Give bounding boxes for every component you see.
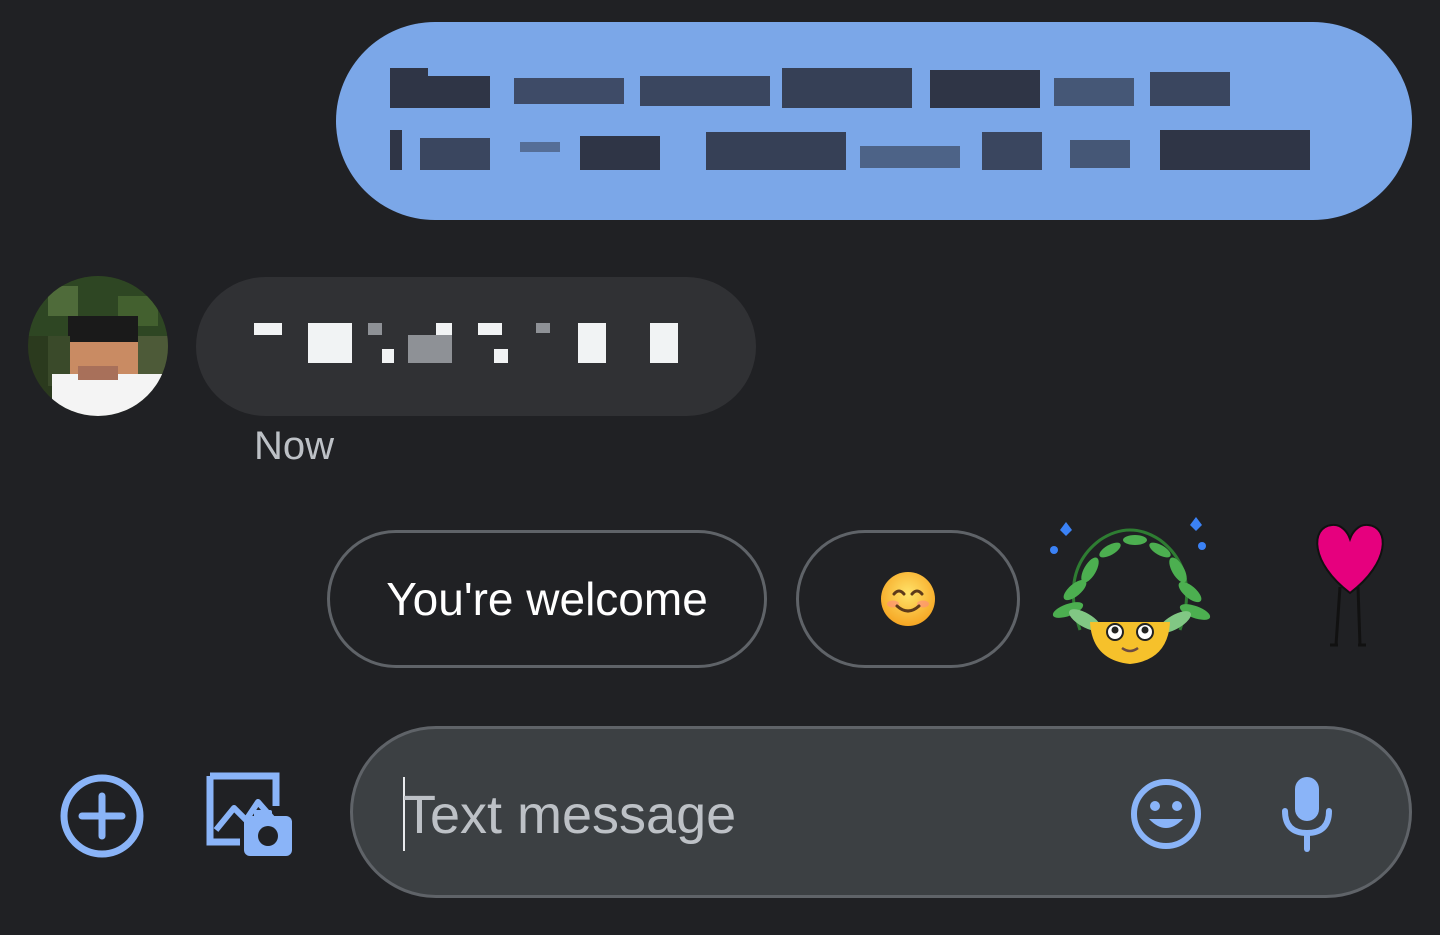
suggestion-chip-emoji[interactable] xyxy=(796,530,1020,668)
suggestion-chip-youre-welcome[interactable]: You're welcome xyxy=(327,530,767,668)
plant-sticker-suggestion[interactable] xyxy=(1040,510,1220,670)
text-message-input[interactable] xyxy=(403,779,1103,851)
add-circle-icon xyxy=(60,774,144,858)
suggestion-chip-label: You're welcome xyxy=(386,573,708,625)
sent-message-redacted-line xyxy=(390,128,1358,172)
contact-avatar[interactable] xyxy=(28,276,168,416)
sent-message-bubble[interactable] xyxy=(336,22,1412,220)
message-timestamp: Now xyxy=(254,424,335,468)
smiling-face-emoji-icon xyxy=(881,572,935,626)
received-message-bubble[interactable] xyxy=(196,277,756,416)
microphone-icon xyxy=(1282,777,1332,852)
emoji-picker-button[interactable] xyxy=(1129,777,1203,851)
conversation-screen: Now You're welcome xyxy=(0,0,1440,935)
heart-sticker-suggestion[interactable] xyxy=(1300,515,1400,650)
emoji-icon xyxy=(1131,779,1201,849)
add-attachment-button[interactable] xyxy=(58,772,146,860)
message-composer[interactable] xyxy=(350,726,1412,898)
gallery-camera-icon xyxy=(206,772,292,856)
gallery-camera-button[interactable] xyxy=(204,770,294,860)
voice-input-button[interactable] xyxy=(1279,775,1335,853)
sent-message-redacted-line xyxy=(390,66,1358,110)
